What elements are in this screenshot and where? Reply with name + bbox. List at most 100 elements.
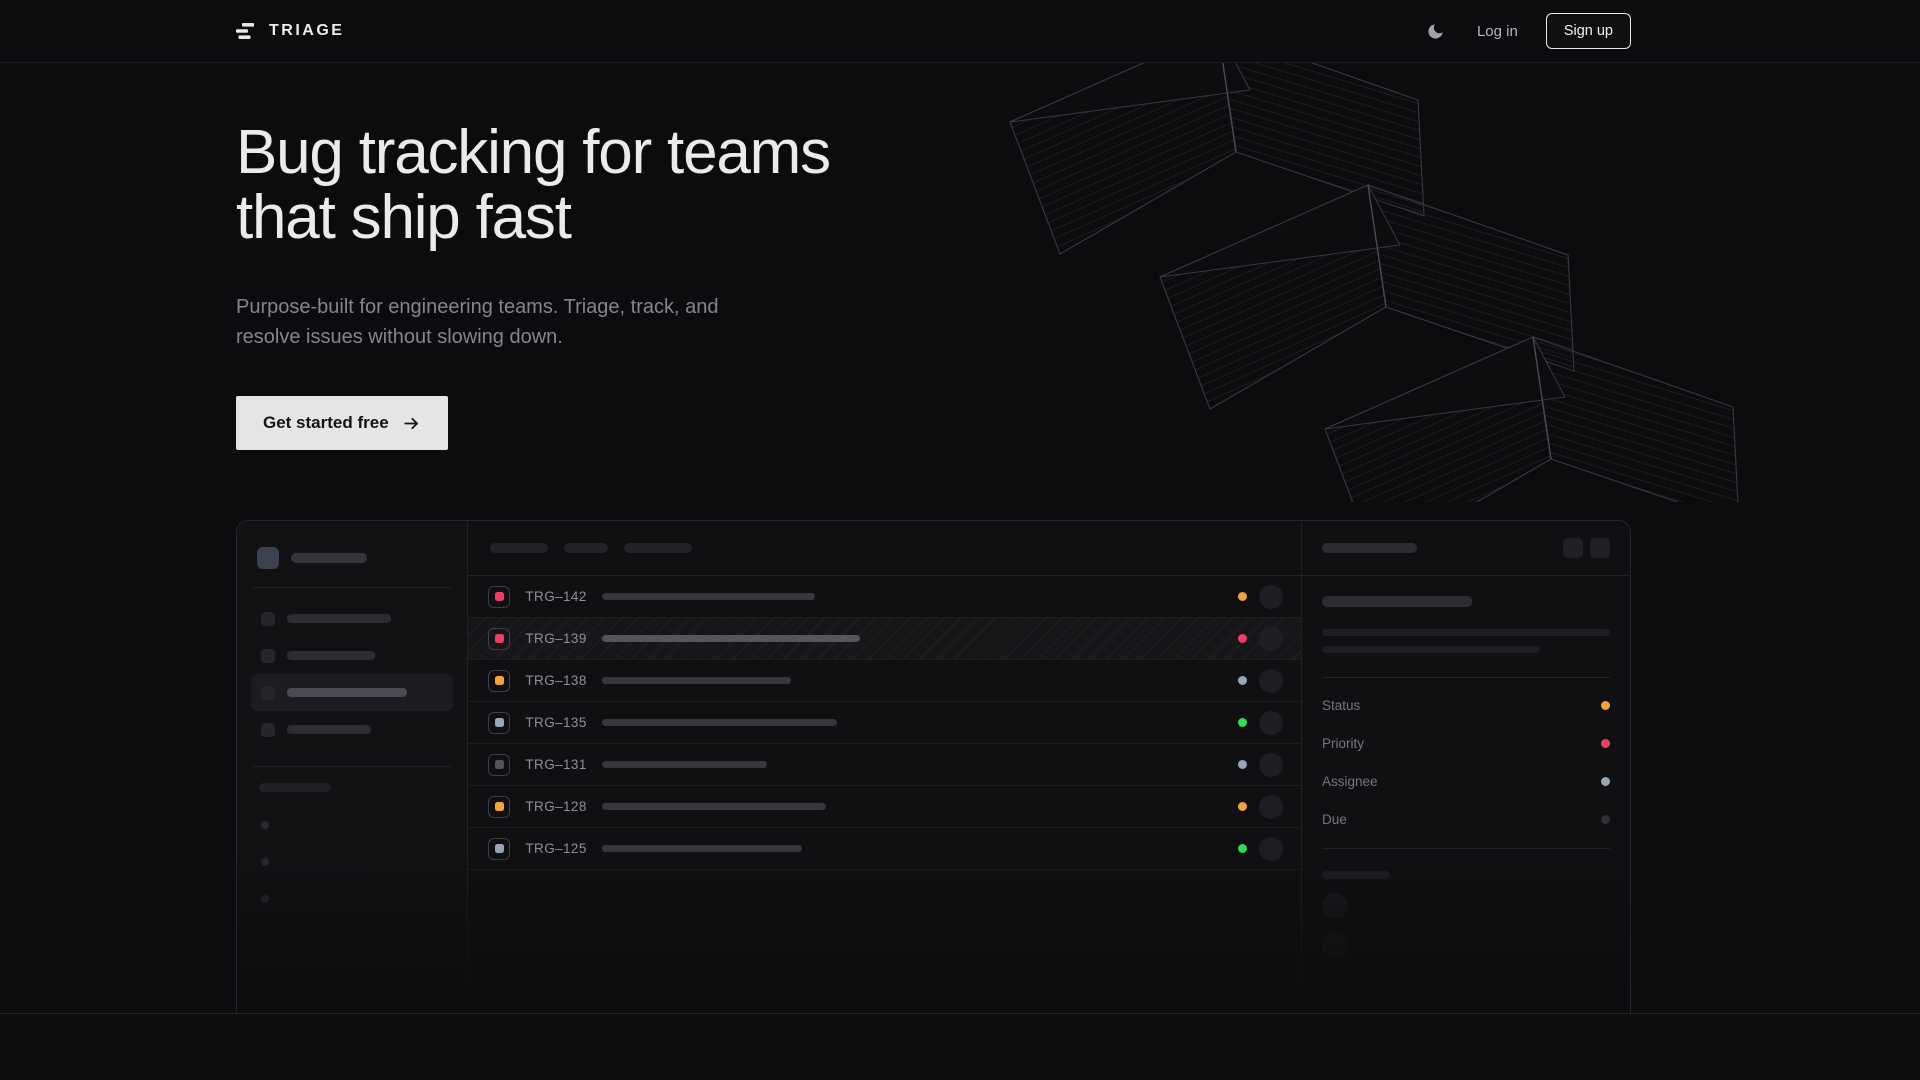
issue-title-bar <box>602 635 860 642</box>
detail-field-row: Due <box>1322 800 1610 838</box>
sidebar-dot <box>261 821 269 829</box>
sidebar-item-active <box>251 674 453 711</box>
skeleton-bar <box>287 688 407 697</box>
hero-subtitle-line2: resolve issues without slowing down. <box>236 322 736 352</box>
skeleton-bar <box>1322 871 1390 879</box>
issue-title-bar <box>602 845 802 852</box>
skeleton-line <box>1322 646 1540 653</box>
skeleton-tab <box>564 543 608 553</box>
issue-title-bar <box>602 719 837 726</box>
issue-row: TRG–135 <box>468 702 1301 744</box>
issue-type-icon <box>488 838 510 860</box>
hero-subtitle-line1: Purpose-built for engineering teams. Tri… <box>236 292 736 322</box>
hero-title: Bug tracking for teams that ship fast <box>236 120 830 250</box>
field-label: Priority <box>1322 736 1364 751</box>
issue-id: TRG–142 <box>525 589 589 604</box>
detail-action-placeholder <box>1563 538 1583 558</box>
issue-status-dot <box>1238 634 1247 643</box>
issue-list-panel: TRG–142 TRG–139 TRG–138 TRG–135 TRG–131 <box>468 521 1302 1013</box>
field-label: Status <box>1322 698 1360 713</box>
issue-id: TRG–131 <box>525 757 589 772</box>
detail-field-row: Priority <box>1322 724 1610 762</box>
detail-fields: Status Priority Assignee Due <box>1322 686 1610 838</box>
detail-action-placeholder <box>1590 538 1610 558</box>
issue-row: TRG–138 <box>468 660 1301 702</box>
issue-title-bar <box>602 761 767 768</box>
mockup-sidebar <box>237 521 468 1013</box>
issue-status-dot <box>1238 760 1247 769</box>
detail-field-row: Status <box>1322 686 1610 724</box>
divider <box>253 766 451 767</box>
skeleton-bar <box>287 651 375 660</box>
footer-band <box>0 1013 1920 1080</box>
detail-header <box>1302 521 1630 576</box>
issue-avatar <box>1259 585 1283 609</box>
issue-type-icon <box>488 754 510 776</box>
issue-avatar <box>1259 795 1283 819</box>
detail-field-row: Assignee <box>1322 762 1610 800</box>
hero-subtitle: Purpose-built for engineering teams. Tri… <box>236 292 736 352</box>
field-value-dot <box>1601 815 1610 824</box>
comment-avatar-placeholder <box>1322 933 1348 959</box>
issue-status-dot <box>1238 592 1247 601</box>
signup-button[interactable]: Sign up <box>1546 13 1631 49</box>
field-value-dot <box>1601 777 1610 786</box>
workspace-row <box>251 547 453 569</box>
issue-list-header <box>468 521 1301 576</box>
issue-row: TRG–125 <box>468 828 1301 870</box>
get-started-label: Get started free <box>263 413 389 433</box>
issue-list: TRG–142 TRG–139 TRG–138 TRG–135 TRG–131 <box>468 576 1301 870</box>
sidebar-item <box>251 600 453 637</box>
skeleton-section-label <box>259 783 331 792</box>
issue-title-bar <box>602 593 815 600</box>
sidebar-dot <box>261 895 269 903</box>
get-started-button[interactable]: Get started free <box>236 396 448 450</box>
moon-icon <box>1426 22 1445 41</box>
issue-row: TRG–131 <box>468 744 1301 786</box>
nav-icon-placeholder <box>261 686 275 700</box>
issue-id: TRG–128 <box>525 799 589 814</box>
nav-icon-placeholder <box>261 649 275 663</box>
nav-right: Log in Sign up <box>1422 13 1631 49</box>
issue-detail-panel: Status Priority Assignee Due <box>1302 521 1630 1013</box>
field-label: Due <box>1322 812 1347 827</box>
skeleton-bar <box>291 553 367 563</box>
sidebar-item <box>251 711 453 748</box>
login-link[interactable]: Log in <box>1477 23 1518 40</box>
skeleton-bar <box>287 725 371 734</box>
wireframe-planes-art <box>985 57 1765 502</box>
brand: TRIAGE <box>236 22 344 40</box>
issue-row: TRG–142 <box>468 576 1301 618</box>
issue-status-dot <box>1238 844 1247 853</box>
theme-toggle-button[interactable] <box>1422 18 1449 45</box>
issue-avatar <box>1259 711 1283 735</box>
issue-title-bar <box>602 803 826 810</box>
sidebar-nav-skeleton <box>251 600 453 748</box>
nav-icon-placeholder <box>261 723 275 737</box>
issue-row: TRG–139 <box>468 618 1301 660</box>
skeleton-tab <box>624 543 692 553</box>
detail-body: Status Priority Assignee Due <box>1302 576 1630 959</box>
hero-title-line2: that ship fast <box>236 185 830 250</box>
issue-status-dot <box>1238 676 1247 685</box>
issue-status-dot <box>1238 718 1247 727</box>
issue-status-dot <box>1238 802 1247 811</box>
sidebar-dot <box>261 858 269 866</box>
skeleton-title <box>1322 596 1472 607</box>
field-value-dot <box>1601 739 1610 748</box>
issue-type-icon <box>488 796 510 818</box>
skeleton-line <box>1322 629 1610 636</box>
field-label: Assignee <box>1322 774 1378 789</box>
issue-row: TRG–128 <box>468 786 1301 828</box>
issue-id: TRG–138 <box>525 673 589 688</box>
divider <box>1322 677 1610 678</box>
skeleton-bar <box>287 614 391 623</box>
workspace-icon <box>257 547 279 569</box>
issue-id: TRG–125 <box>525 841 589 856</box>
issue-avatar <box>1259 627 1283 651</box>
detail-header-actions <box>1563 538 1610 558</box>
issue-avatar <box>1259 669 1283 693</box>
divider <box>253 587 451 588</box>
issue-type-icon <box>488 712 510 734</box>
issue-id: TRG–139 <box>525 631 589 646</box>
